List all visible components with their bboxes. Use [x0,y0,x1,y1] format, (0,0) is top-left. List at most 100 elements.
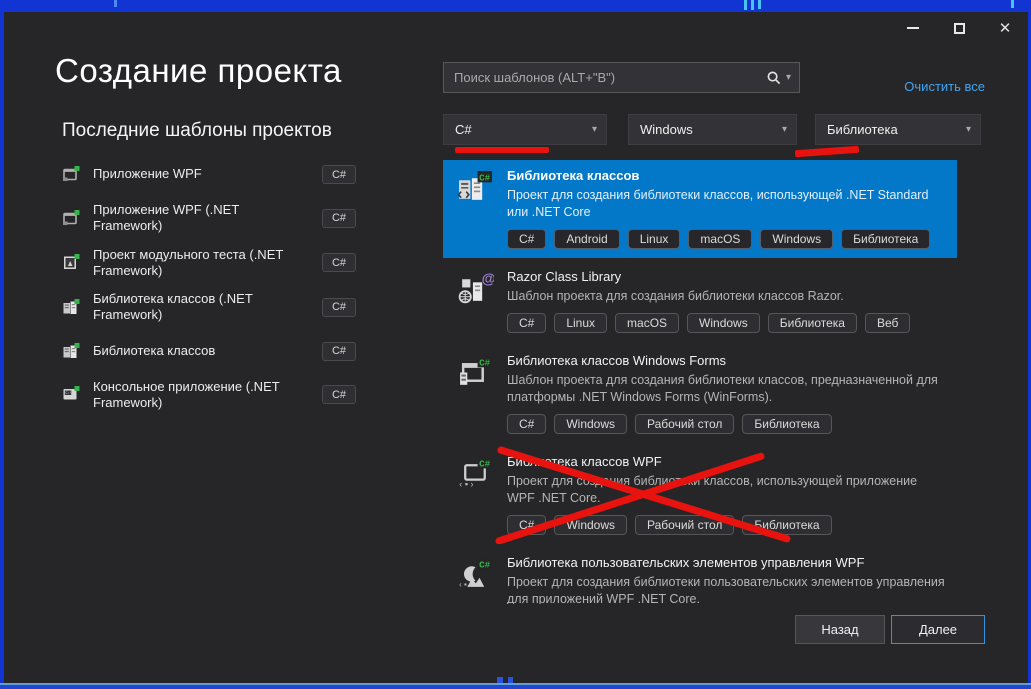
minimize-button[interactable] [898,14,928,42]
recent-template-label: Библиотека классов [93,343,311,359]
template-tags: C# Android Linux macOS Windows Библиотека [507,229,947,249]
template-title: Библиотека классов WPF [507,453,947,470]
recent-template-label: Библиотека классов (.NET Framework) [93,291,311,324]
titlebar-artifact [1011,0,1014,8]
wpf-app-icon [62,209,82,228]
recent-templates-heading: Последние шаблоны проектов [62,120,332,142]
template-tag[interactable]: Windows [760,229,833,249]
winforms-icon: C# [457,352,495,434]
template-body: Библиотека классов Windows FormsШаблон п… [507,352,947,434]
recent-template-item[interactable]: Приложение WPFC# [62,159,356,190]
template-tag[interactable]: macOS [615,313,679,333]
template-tag[interactable]: Windows [554,414,627,434]
template-title: Библиотека классов [507,167,947,184]
recent-template-label: Приложение WPF [93,166,311,182]
template-tags: C# Windows Рабочий стол Библиотека [507,414,947,434]
template-tag[interactable]: Рабочий стол [635,515,734,535]
titlebar-artifact [114,0,117,7]
template-body: Библиотека пользовательских элементов уп… [507,554,947,604]
template-tags: C# Windows Рабочий стол Библиотека [507,515,947,535]
svg-text:‹▪›: ‹▪› [458,581,473,590]
template-tag[interactable]: C# [507,229,546,249]
search-controls[interactable]: ▾ [766,70,799,86]
template-tag[interactable]: Библиотека [841,229,930,249]
maximize-icon [954,23,965,34]
project-type-filter-value: Библиотека [816,122,966,137]
template-tag[interactable]: Android [554,229,619,249]
template-item[interactable]: @ Razor Class LibraryШаблон проекта для с… [443,261,957,342]
template-tag[interactable]: C# [507,313,546,333]
template-tag[interactable]: Библиотека [742,414,831,434]
chevron-down-icon: ▾ [966,124,980,135]
template-description: Проект для создания библиотеки классов, … [507,473,947,507]
close-button[interactable]: ✕ [990,14,1020,42]
titlebar-artifact [758,0,761,9]
template-tag[interactable]: Веб [865,313,910,333]
svg-text:@: @ [482,271,494,287]
wpf-app-icon [62,165,82,184]
page-title: Создание проекта [55,52,342,90]
class-library-icon [62,298,82,317]
template-tag[interactable]: Рабочий стол [635,414,734,434]
svg-text:C#: C# [479,172,491,183]
template-item[interactable]: C#Библиотека классов Windows FormsШаблон… [443,345,957,443]
language-badge: C# [322,385,356,404]
template-tags: C# Linux macOS Windows Библиотека Веб [507,313,947,333]
template-title: Библиотека пользовательских элементов уп… [507,554,947,571]
clear-all-link[interactable]: Очистить все [904,79,985,94]
project-type-filter-dropdown[interactable]: Библиотека ▾ [815,114,981,145]
recent-templates-list: Приложение WPFC#Приложение WPF (.NET Fra… [62,159,356,423]
language-filter-dropdown[interactable]: C# ▾ [443,114,607,145]
class-library-icon [62,342,82,361]
svg-text:C#: C# [479,559,491,570]
template-item[interactable]: ‹▪›C# Библиотека классов WPF Проект для со… [443,446,957,544]
recent-template-label: Консольное приложение (.NET Framework) [93,379,311,412]
template-item[interactable]: ‹▪› C# Библиотека пользовательских элемент… [443,547,957,604]
search-input[interactable] [444,70,766,85]
template-tag[interactable]: Библиотека [742,515,831,535]
template-tag[interactable]: C# [507,414,546,434]
template-list: C# Библиотека классов Проект для создания … [443,160,957,604]
recent-template-item[interactable]: Проект модульного теста (.NET Framework)… [62,247,356,280]
template-tag[interactable]: Windows [554,515,627,535]
wpf-usercontrol-icon: ‹▪› C# [457,554,495,604]
template-tag[interactable]: macOS [688,229,752,249]
template-body: Razor Class LibraryШаблон проекта для со… [507,268,947,333]
svg-text:C:\: C:\ [65,391,71,396]
recent-template-item[interactable]: C:\ Консольное приложение (.NET Framework… [62,379,356,412]
template-body: Библиотека классов WPF Проект для создани… [507,453,947,535]
maximize-button[interactable] [944,14,974,42]
red-underline-annotation [795,146,859,157]
titlebar-artifact [744,0,747,10]
template-tag[interactable]: Библиотека [768,313,857,333]
platform-filter-dropdown[interactable]: Windows ▾ [628,114,797,145]
titlebar-artifact [751,0,754,10]
window-controls: ✕ [898,14,1020,42]
visual-studio-window: ✕ Создание проекта Последние шаблоны про… [0,0,1031,689]
platform-filter-value: Windows [629,122,782,137]
minimize-icon [907,27,919,29]
recent-template-item[interactable]: Библиотека классовC# [62,336,356,367]
chevron-down-icon: ▾ [786,72,791,83]
close-icon: ✕ [999,21,1012,36]
chevron-down-icon: ▾ [592,124,606,135]
template-item[interactable]: C# Библиотека классов Проект для создания … [443,160,957,258]
template-description: Проект для создания библиотеки пользоват… [507,574,947,604]
template-body: Библиотека классов Проект для создания би… [507,167,947,249]
template-title: Razor Class Library [507,268,947,285]
template-description: Шаблон проекта для создания библиотеки к… [507,372,947,406]
language-badge: C# [322,298,356,317]
back-button[interactable]: Назад [795,615,885,644]
template-description: Проект для создания библиотеки классов, … [507,187,947,221]
razor-icon: @ [457,268,495,333]
chevron-down-icon: ▾ [782,124,796,135]
recent-template-item[interactable]: Библиотека классов (.NET Framework) C# [62,291,356,324]
wpf-lib-icon: ‹▪›C# [457,453,495,535]
language-badge: C# [322,209,356,228]
template-tag[interactable]: C# [507,515,546,535]
template-tag[interactable]: Linux [628,229,681,249]
next-button[interactable]: Далее [891,615,985,644]
template-tag[interactable]: Linux [554,313,607,333]
recent-template-item[interactable]: Приложение WPF (.NET Framework)C# [62,202,356,235]
template-tag[interactable]: Windows [687,313,760,333]
